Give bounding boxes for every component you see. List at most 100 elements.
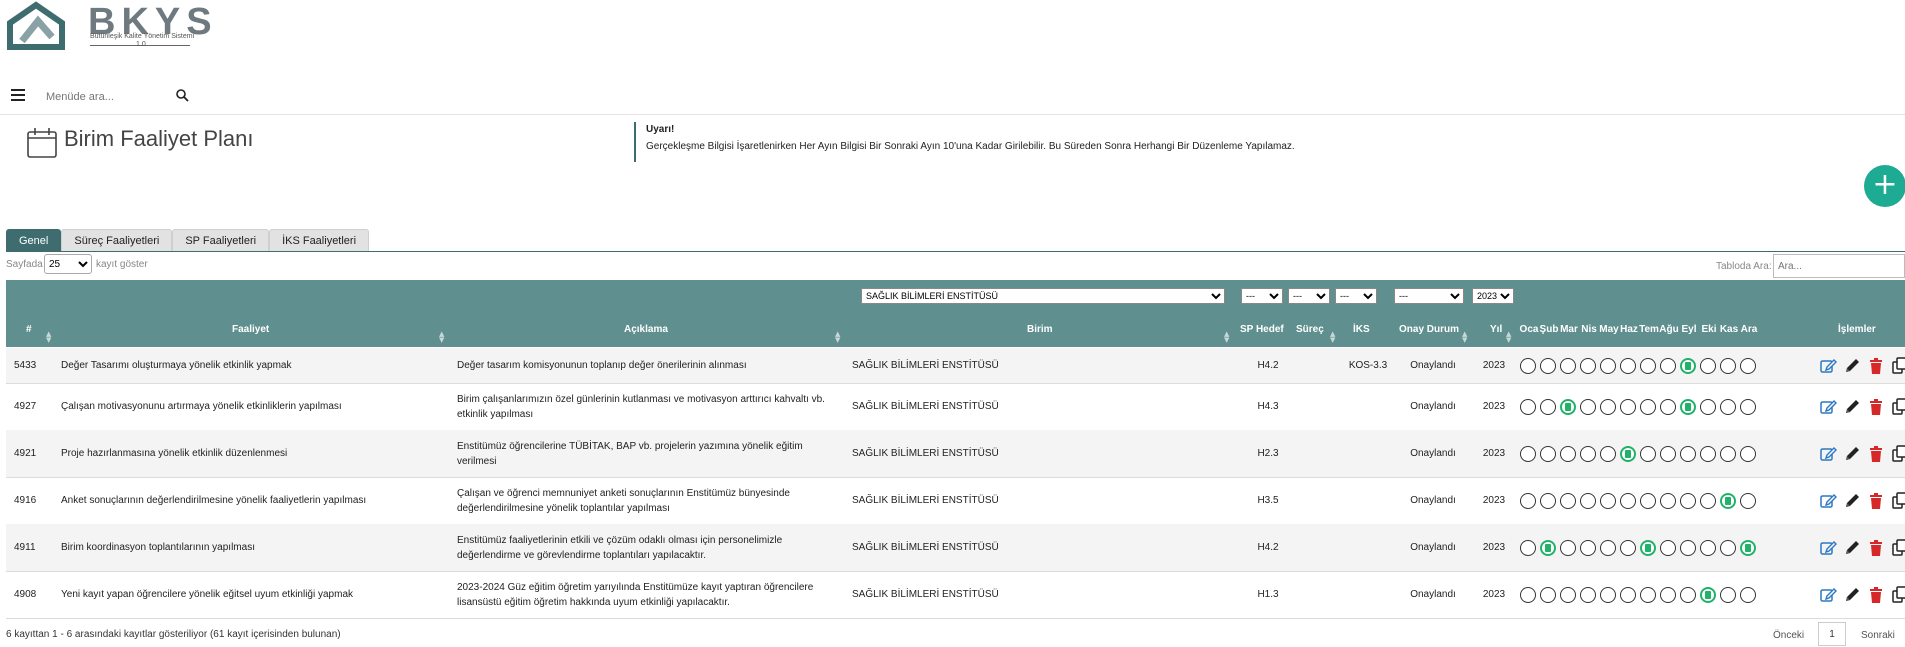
table-row[interactable]: 4921 Proje hazırlanmasına yönelik etkinli… [6, 430, 1905, 478]
page-length-select[interactable]: 25 [44, 254, 92, 274]
yil-filter-select[interactable]: 2023 [1472, 288, 1514, 304]
sort-icon[interactable]: ▲ ▼ [1506, 331, 1511, 344]
month-checkbox-oca[interactable] [1520, 539, 1536, 556]
month-checkbox-mar[interactable] [1560, 539, 1576, 556]
month-checkbox-nis[interactable] [1580, 445, 1596, 462]
pencil-icon[interactable] [1843, 357, 1861, 375]
month-checkbox-mar[interactable] [1560, 357, 1576, 374]
month-checkbox-oca[interactable] [1520, 398, 1536, 415]
month-checkbox-ara[interactable] [1740, 445, 1756, 462]
add-activity-button[interactable]: + [1864, 165, 1905, 207]
edit-icon[interactable] [1819, 398, 1837, 416]
month-checkbox-nis[interactable] [1580, 398, 1596, 415]
col-faaliyet[interactable]: Faaliyet [232, 324, 269, 335]
copy-icon[interactable] [1891, 538, 1905, 557]
copy-icon[interactable] [1891, 397, 1905, 416]
month-checkbox-tem[interactable] [1640, 445, 1656, 462]
month-checkbox-ağu[interactable] [1660, 398, 1676, 415]
month-checkbox-nis[interactable] [1580, 357, 1596, 374]
sort-icon[interactable]: ▲ ▼ [1224, 331, 1229, 344]
month-checkbox-tem[interactable] [1640, 539, 1656, 556]
month-checkbox-eki[interactable] [1700, 539, 1716, 556]
trash-icon[interactable] [1867, 586, 1885, 604]
col-sp-hedef[interactable]: SP Hedef [1240, 324, 1284, 335]
month-checkbox-oca[interactable] [1520, 586, 1536, 603]
table-row[interactable]: 4908 Yeni kayıt yapan öğrencilere yönelik… [6, 571, 1905, 619]
month-checkbox-kas[interactable] [1720, 445, 1736, 462]
month-checkbox-kas[interactable] [1720, 357, 1736, 374]
onay-filter-select[interactable]: --- [1394, 288, 1464, 304]
month-checkbox-ara[interactable] [1740, 398, 1756, 415]
month-checkbox-ara[interactable] [1740, 492, 1756, 509]
search-icon[interactable] [175, 88, 189, 102]
tab-genel[interactable]: Genel [6, 229, 62, 251]
edit-icon[interactable] [1819, 445, 1837, 463]
table-row[interactable]: 4927 Çalışan motivasyonunu artırmaya yöne… [6, 383, 1905, 431]
month-checkbox-tem[interactable] [1640, 357, 1656, 374]
month-checkbox-şub[interactable] [1540, 492, 1556, 509]
hamburger-icon[interactable] [11, 89, 25, 101]
month-checkbox-haz[interactable] [1620, 586, 1636, 603]
month-checkbox-ağu[interactable] [1660, 539, 1676, 556]
month-checkbox-eyl[interactable] [1680, 445, 1696, 462]
month-checkbox-eyl[interactable] [1680, 586, 1696, 603]
month-checkbox-mar[interactable] [1560, 492, 1576, 509]
month-checkbox-şub[interactable] [1540, 445, 1556, 462]
sort-icon[interactable]: ▲ ▼ [1462, 331, 1467, 344]
month-checkbox-may[interactable] [1600, 539, 1616, 556]
month-checkbox-may[interactable] [1600, 398, 1616, 415]
trash-icon[interactable] [1867, 357, 1885, 375]
month-checkbox-may[interactable] [1600, 445, 1616, 462]
sort-icon[interactable]: ▲ ▼ [835, 331, 840, 344]
tab-iks-faaliyetleri[interactable]: İKS Faaliyetleri [269, 229, 370, 251]
col-yil[interactable]: Yıl [1490, 324, 1502, 335]
edit-icon[interactable] [1819, 539, 1837, 557]
edit-icon[interactable] [1819, 586, 1837, 604]
pencil-icon[interactable] [1843, 586, 1861, 604]
month-checkbox-may[interactable] [1600, 586, 1616, 603]
col-surec[interactable]: Süreç [1296, 324, 1324, 335]
col-aciklama[interactable]: Açıklama [624, 324, 668, 335]
month-checkbox-eki[interactable] [1700, 445, 1716, 462]
trash-icon[interactable] [1867, 492, 1885, 510]
month-checkbox-eki[interactable] [1700, 586, 1716, 603]
month-checkbox-eyl[interactable] [1680, 492, 1696, 509]
month-checkbox-tem[interactable] [1640, 586, 1656, 603]
month-checkbox-mar[interactable] [1560, 445, 1576, 462]
month-checkbox-nis[interactable] [1580, 492, 1596, 509]
col-onay-durum[interactable]: Onay Durum [1399, 324, 1459, 335]
copy-icon[interactable] [1891, 444, 1905, 463]
birim-filter-select[interactable]: SAĞLIK BİLİMLERİ ENSTİTÜSÜ [861, 288, 1225, 304]
month-checkbox-haz[interactable] [1620, 492, 1636, 509]
month-checkbox-kas[interactable] [1720, 398, 1736, 415]
table-row[interactable]: 4916 Anket sonuçlarının değerlendirilmesi… [6, 477, 1905, 525]
month-checkbox-eki[interactable] [1700, 492, 1716, 509]
col-birim[interactable]: Birim [1027, 324, 1053, 335]
month-checkbox-ağu[interactable] [1660, 586, 1676, 603]
month-checkbox-ara[interactable] [1740, 357, 1756, 374]
month-checkbox-haz[interactable] [1620, 539, 1636, 556]
month-checkbox-ara[interactable] [1740, 539, 1756, 556]
sp-hedef-filter-select[interactable]: --- [1241, 288, 1283, 304]
pagination-page-1[interactable]: 1 [1818, 622, 1846, 646]
edit-icon[interactable] [1819, 492, 1837, 510]
tab-sp-faaliyetleri[interactable]: SP Faaliyetleri [172, 229, 270, 251]
month-checkbox-eyl[interactable] [1680, 539, 1696, 556]
month-checkbox-şub[interactable] [1540, 357, 1556, 374]
table-row[interactable]: 4911 Birim koordinasyon toplantılarının y… [6, 524, 1905, 572]
pencil-icon[interactable] [1843, 539, 1861, 557]
tab-surec-faaliyetleri[interactable]: Süreç Faaliyetleri [61, 229, 173, 251]
month-checkbox-oca[interactable] [1520, 492, 1536, 509]
month-checkbox-haz[interactable] [1620, 357, 1636, 374]
pencil-icon[interactable] [1843, 398, 1861, 416]
month-checkbox-ağu[interactable] [1660, 445, 1676, 462]
month-checkbox-kas[interactable] [1720, 492, 1736, 509]
month-checkbox-may[interactable] [1600, 492, 1616, 509]
month-checkbox-mar[interactable] [1560, 586, 1576, 603]
month-checkbox-ara[interactable] [1740, 586, 1756, 603]
month-checkbox-şub[interactable] [1540, 539, 1556, 556]
copy-icon[interactable] [1891, 585, 1905, 604]
copy-icon[interactable] [1891, 491, 1905, 510]
month-checkbox-ağu[interactable] [1660, 357, 1676, 374]
pagination-next[interactable]: Sonraki [1861, 630, 1895, 641]
